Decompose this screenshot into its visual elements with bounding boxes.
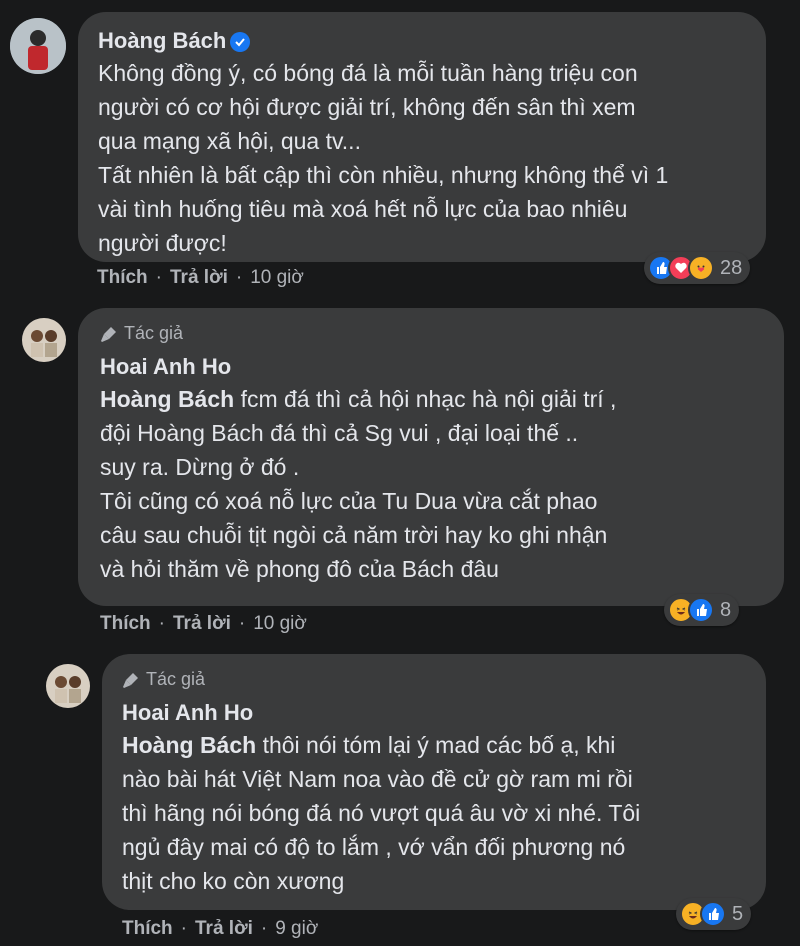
avatar[interactable] bbox=[10, 18, 66, 74]
reply-button[interactable]: Trả lời bbox=[173, 613, 231, 635]
comment-text: Hoàng Bách fcm đá thì cả hội nhạc hà nội… bbox=[100, 382, 780, 586]
author-badge-label: Tác giả bbox=[146, 669, 206, 689]
timestamp[interactable]: 10 giờ bbox=[250, 267, 304, 289]
comment-text: Hoàng Bách thôi nói tóm lại ý mad các bố… bbox=[122, 728, 762, 898]
author-badge: Tác giả bbox=[122, 669, 205, 690]
care-reaction-icon bbox=[688, 255, 714, 281]
like-button[interactable]: Thích bbox=[122, 918, 173, 940]
comment-actions: Thích · Trả lời · 10 giờ bbox=[100, 613, 307, 635]
mention-link[interactable]: Hoàng Bách bbox=[122, 732, 256, 758]
reaction-summary[interactable]: 28 bbox=[644, 252, 751, 284]
like-button[interactable]: Thích bbox=[100, 613, 151, 635]
user-photo-icon bbox=[22, 318, 66, 362]
comment-actions: Thích · Trả lời · 10 giờ bbox=[97, 267, 304, 289]
author-name[interactable]: Hoàng Bách bbox=[98, 28, 226, 53]
separator: · bbox=[158, 613, 165, 634]
verified-badge-icon bbox=[230, 32, 251, 53]
reply-button[interactable]: Trả lời bbox=[170, 267, 228, 289]
comment-body: fcm đá thì cả hội nhạc hà nội giải trí ,… bbox=[100, 386, 617, 582]
author-badge: Tác giả bbox=[100, 323, 183, 344]
like-reaction-icon bbox=[700, 901, 726, 927]
mention-link[interactable]: Hoàng Bách bbox=[100, 386, 234, 412]
avatar[interactable] bbox=[22, 318, 66, 362]
comment-actions: Thích · Trả lời · 9 giờ bbox=[122, 918, 318, 940]
reaction-count: 5 bbox=[732, 902, 744, 925]
separator: · bbox=[238, 613, 246, 634]
avatar[interactable] bbox=[46, 664, 90, 708]
reaction-count: 28 bbox=[720, 256, 743, 279]
user-photo-icon bbox=[46, 664, 90, 708]
author-name[interactable]: Hoai Anh Ho bbox=[100, 354, 231, 380]
user-photo-icon bbox=[10, 18, 66, 74]
like-reaction-icon bbox=[688, 597, 714, 623]
reply-button[interactable]: Trả lời bbox=[195, 918, 253, 940]
like-button[interactable]: Thích bbox=[97, 267, 148, 289]
microphone-icon bbox=[123, 672, 138, 688]
timestamp[interactable]: 9 giờ bbox=[275, 918, 318, 940]
timestamp[interactable]: 10 giờ bbox=[253, 613, 307, 635]
reaction-count: 8 bbox=[720, 598, 732, 621]
author-badge-label: Tác giả bbox=[124, 323, 184, 343]
separator: · bbox=[235, 267, 243, 288]
reaction-summary[interactable]: 8 bbox=[664, 594, 740, 626]
author-name[interactable]: Hoai Anh Ho bbox=[122, 700, 253, 726]
separator: · bbox=[260, 918, 268, 939]
separator: · bbox=[180, 918, 187, 939]
microphone-icon bbox=[101, 326, 116, 342]
comment-text: Không đồng ý, có bóng đá là mỗi tuần hàn… bbox=[98, 60, 669, 256]
separator: · bbox=[155, 267, 162, 288]
comment-author[interactable]: Hoàng Bách bbox=[98, 28, 251, 54]
reaction-summary[interactable]: 5 bbox=[676, 898, 752, 930]
